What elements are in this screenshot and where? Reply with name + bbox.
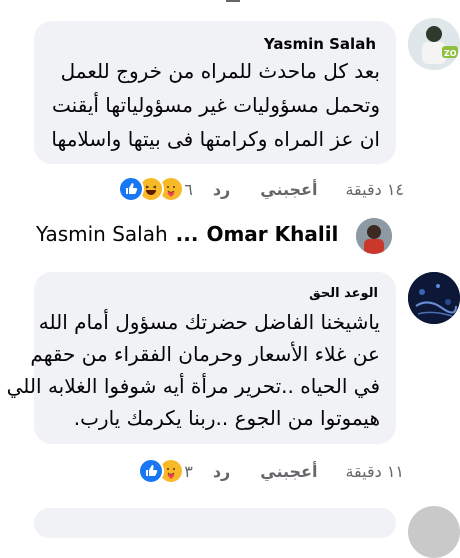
comment-text-line: عن غلاء الأسعار وحرمان الفقراء من حقهم [30, 342, 380, 366]
reply-button[interactable]: رد [213, 180, 230, 199]
comment-text-line: بعد كل ماحدث للمراه من خروج للعمل [60, 59, 380, 83]
reply-target-name[interactable]: Yasmin Salah [36, 222, 168, 246]
reaction-count: ٦ [184, 179, 193, 199]
comment-actions-2: ١١ دقيقة أعجبني رد ٣ [138, 458, 404, 484]
avatar-alwaad-alhaq[interactable] [408, 272, 460, 324]
comment-text-line: ياشيخنا الفاضل حضرتك مسؤول أمام الله [38, 310, 380, 334]
comment-timestamp[interactable]: ١٤ دقيقة [345, 180, 404, 199]
svg-text:ZO: ZO [444, 49, 457, 58]
next-avatar-edge [408, 506, 460, 558]
reply-author-name[interactable]: Omar Khalil [206, 222, 338, 246]
reaction-count: ٣ [184, 461, 193, 481]
comment-timestamp[interactable]: ١١ دقيقة [345, 462, 404, 481]
previous-comment-edge [226, 0, 240, 2]
like-button[interactable]: أعجبني [260, 180, 317, 199]
like-icon [118, 176, 145, 202]
reply-preview[interactable]: Yasmin Salah ... Omar Khalil [36, 222, 338, 246]
reaction-summary[interactable]: ٦ [118, 176, 199, 202]
avatar-omar[interactable] [356, 218, 392, 254]
avatar-image: ZO [408, 18, 460, 70]
comment-bubble-1[interactable]: Yasmin Salah بعد كل ماحدث للمراه من خروج… [34, 21, 396, 164]
like-icon [138, 458, 165, 484]
reply-arrow: ... [175, 222, 199, 246]
like-button[interactable]: أعجبني [260, 462, 317, 481]
avatar-yasmin[interactable]: ZO [408, 18, 460, 70]
comment-text-line: وتحمل مسؤوليات غير مسؤولياتها أيقنت [52, 93, 380, 117]
reaction-summary[interactable]: ٣ [138, 458, 199, 484]
comment-text-line: في الحياه ..تحرير مرأة أيه شوفوا الغلابه… [6, 374, 380, 398]
comment-author[interactable]: Yasmin Salah [264, 35, 376, 53]
avatar-image [356, 218, 392, 254]
comment-bubble-2[interactable]: الوعد الحق ياشيخنا الفاضل حضرتك مسؤول أم… [6, 272, 396, 444]
comment-author[interactable]: الوعد الحق [309, 286, 378, 301]
avatar-image [408, 272, 460, 324]
comment-text-line: هيموتوا من الجوع ..ربنا يكرمك يارب. [73, 406, 380, 430]
comment-text-line: ان عز المراه وكرامتها فى بيتها واسلامها [51, 127, 380, 151]
reply-button[interactable]: رد [213, 462, 230, 481]
next-comment-bubble-edge [34, 508, 396, 538]
comment-actions-1: ١٤ دقيقة أعجبني رد ٦ [118, 176, 404, 202]
